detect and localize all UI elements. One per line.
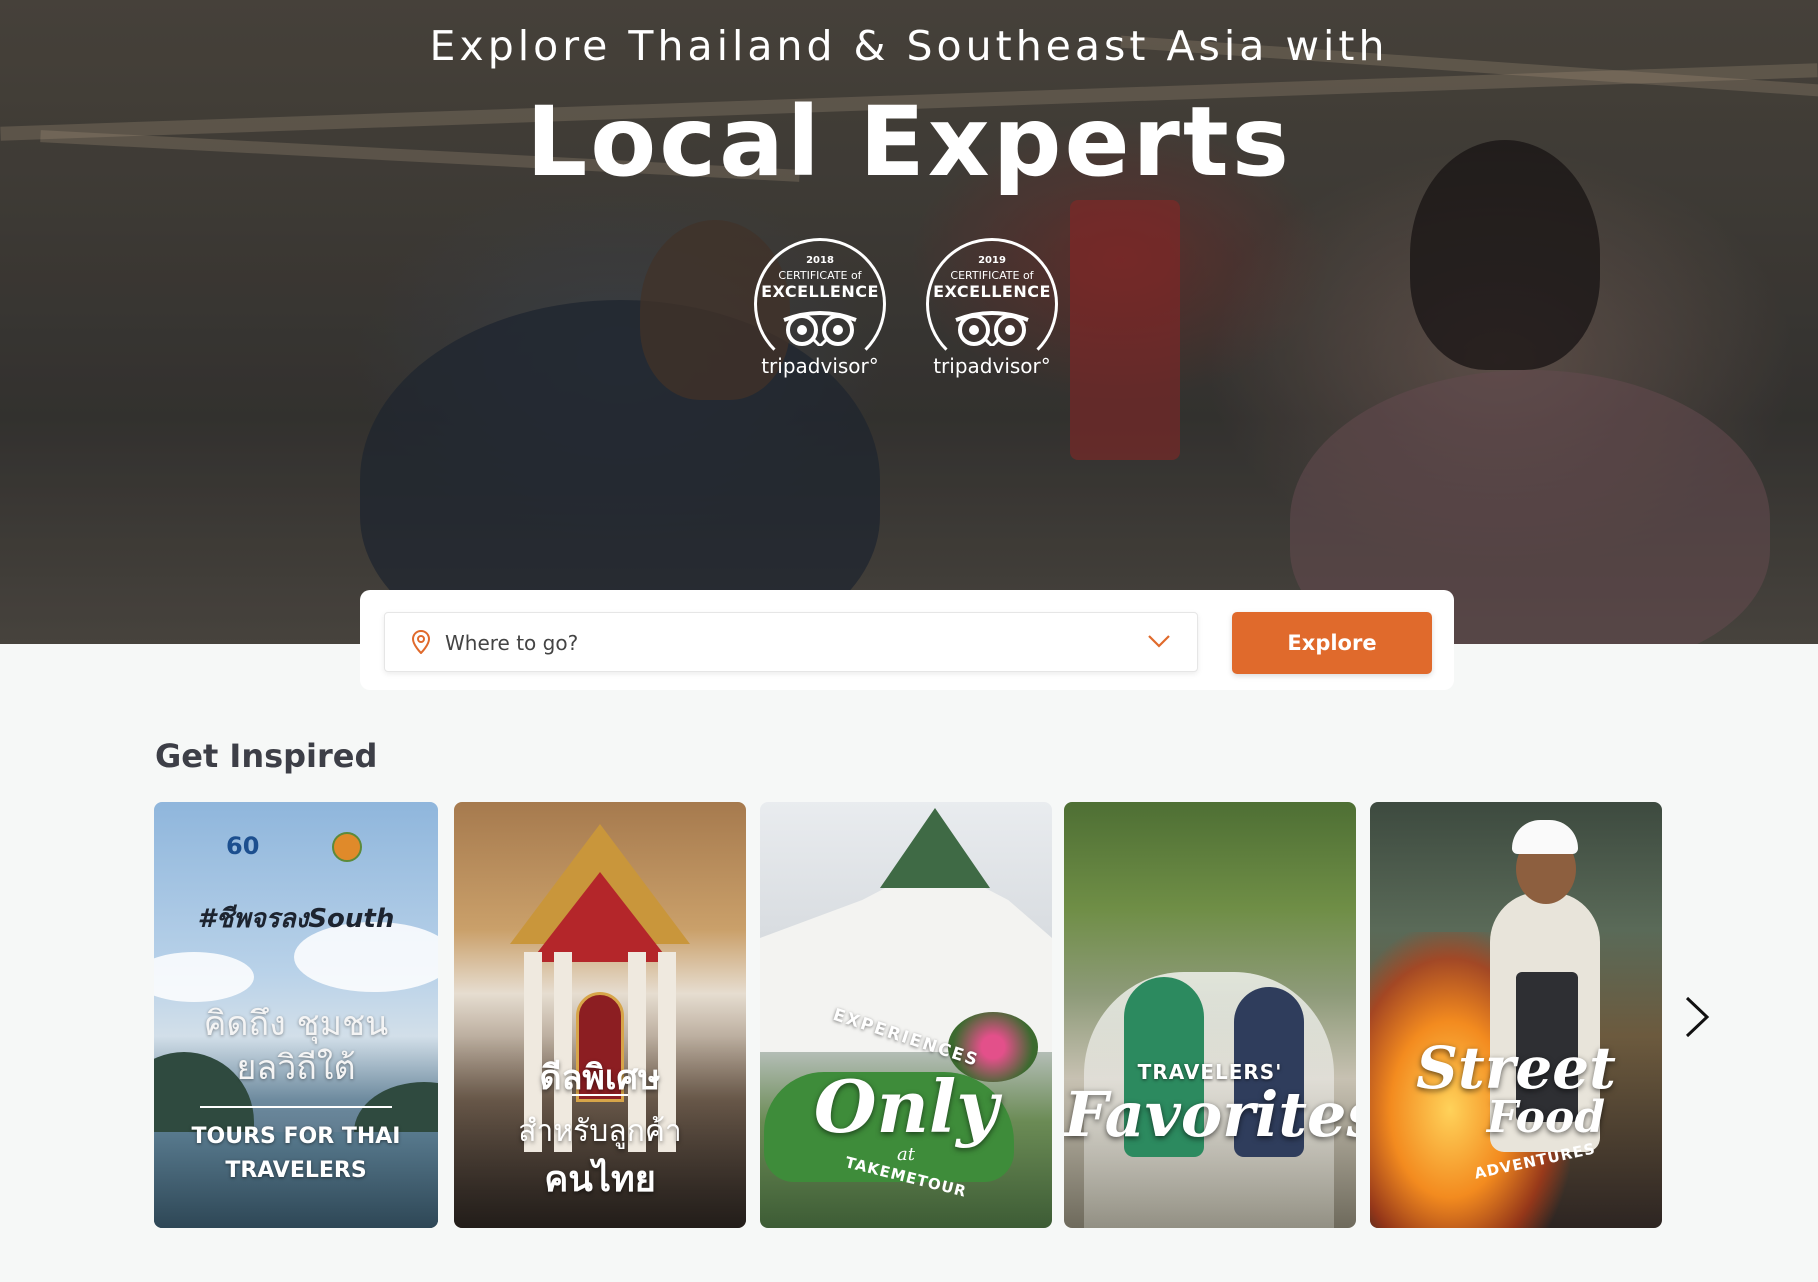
card-headline: Favorites bbox=[1064, 1078, 1356, 1151]
badge-year: 2018 bbox=[806, 255, 834, 266]
inspiration-card-only-at-takemetour[interactable]: EXPERIENCES Only at TAKEMETOUR bbox=[760, 802, 1052, 1228]
card-logos: 60 bbox=[154, 832, 438, 862]
card-hashtag: #ชีพจรลงSouth bbox=[197, 904, 395, 934]
tripadvisor-owl-icon bbox=[955, 311, 1029, 346]
search-panel: Explore bbox=[360, 590, 1454, 690]
badge-certificate-label: CERTIFICATE of bbox=[778, 269, 862, 282]
card-thai-line: ยลวิถีใต้ bbox=[236, 1048, 356, 1088]
inspiration-card-thai-deals[interactable]: ดีลพิเศษ สำหรับลูกค้า คนไทย bbox=[454, 802, 746, 1228]
destination-select[interactable] bbox=[384, 612, 1198, 672]
inspiration-card-thai-travelers-tours[interactable]: 60 #ชีพจรลงSouth คิดถึง ชุมชน ยลวิถีใต้ … bbox=[154, 802, 438, 1228]
card-thai-line: คิดถึง ชุมชน bbox=[203, 1004, 389, 1044]
card-divider bbox=[572, 1094, 628, 1096]
badge-certificate-label: CERTIFICATE of bbox=[950, 269, 1034, 282]
hero-title: Local Experts bbox=[526, 86, 1292, 198]
explore-button[interactable]: Explore bbox=[1232, 612, 1432, 674]
certificate-badges: 2018 CERTIFICATE of EXCELLENCE tripadvis… bbox=[0, 238, 1818, 388]
inspiration-card-travelers-favorites[interactable]: TRAVELERS' Favorites bbox=[1064, 802, 1356, 1228]
inspiration-carousel: 60 #ชีพจรลงSouth คิดถึง ชุมชน ยลวิถีใต้ … bbox=[154, 802, 1664, 1228]
destination-input[interactable] bbox=[445, 625, 1125, 661]
badge-excellence-label: EXCELLENCE bbox=[761, 282, 879, 301]
get-inspired-heading: Get Inspired bbox=[155, 737, 378, 775]
anniversary-logo: 60 bbox=[226, 832, 260, 860]
partner-logo bbox=[332, 832, 362, 862]
chevron-right-icon[interactable] bbox=[1677, 994, 1717, 1040]
tripadvisor-certificate-badge: 2018 CERTIFICATE of EXCELLENCE tripadvis… bbox=[750, 238, 890, 388]
tripadvisor-owl-icon bbox=[783, 311, 857, 346]
inspiration-card-street-food[interactable]: Street Food ADVENTURES bbox=[1370, 802, 1662, 1228]
card-headline: Only bbox=[813, 1064, 999, 1149]
card-subheadline: สำหรับลูกค้า bbox=[518, 1114, 682, 1149]
badge-year: 2019 bbox=[978, 255, 1006, 266]
tripadvisor-certificate-badge: 2019 CERTIFICATE of EXCELLENCE tripadvis… bbox=[922, 238, 1062, 388]
card-english-headline: TOURS FOR THAI TRAVELERS bbox=[154, 1120, 438, 1188]
badge-brand: tripadvisor° bbox=[761, 354, 879, 378]
hero-subtitle: Explore Thailand & Southeast Asia with bbox=[429, 22, 1389, 70]
card-divider bbox=[200, 1106, 392, 1108]
chevron-down-icon[interactable] bbox=[1147, 633, 1171, 649]
card-english-line: TOURS FOR THAI bbox=[191, 1124, 401, 1149]
badge-excellence-label: EXCELLENCE bbox=[933, 282, 1051, 301]
badge-brand: tripadvisor° bbox=[933, 354, 1051, 378]
card-subheadline: คนไทย bbox=[544, 1159, 656, 1200]
location-pin-icon bbox=[411, 630, 431, 654]
card-english-line: TRAVELERS bbox=[225, 1158, 367, 1183]
card-thai-headline: คิดถึง ชุมชน ยลวิถีใต้ bbox=[154, 1002, 438, 1090]
hero-banner: Explore Thailand & Southeast Asia with L… bbox=[0, 0, 1818, 644]
